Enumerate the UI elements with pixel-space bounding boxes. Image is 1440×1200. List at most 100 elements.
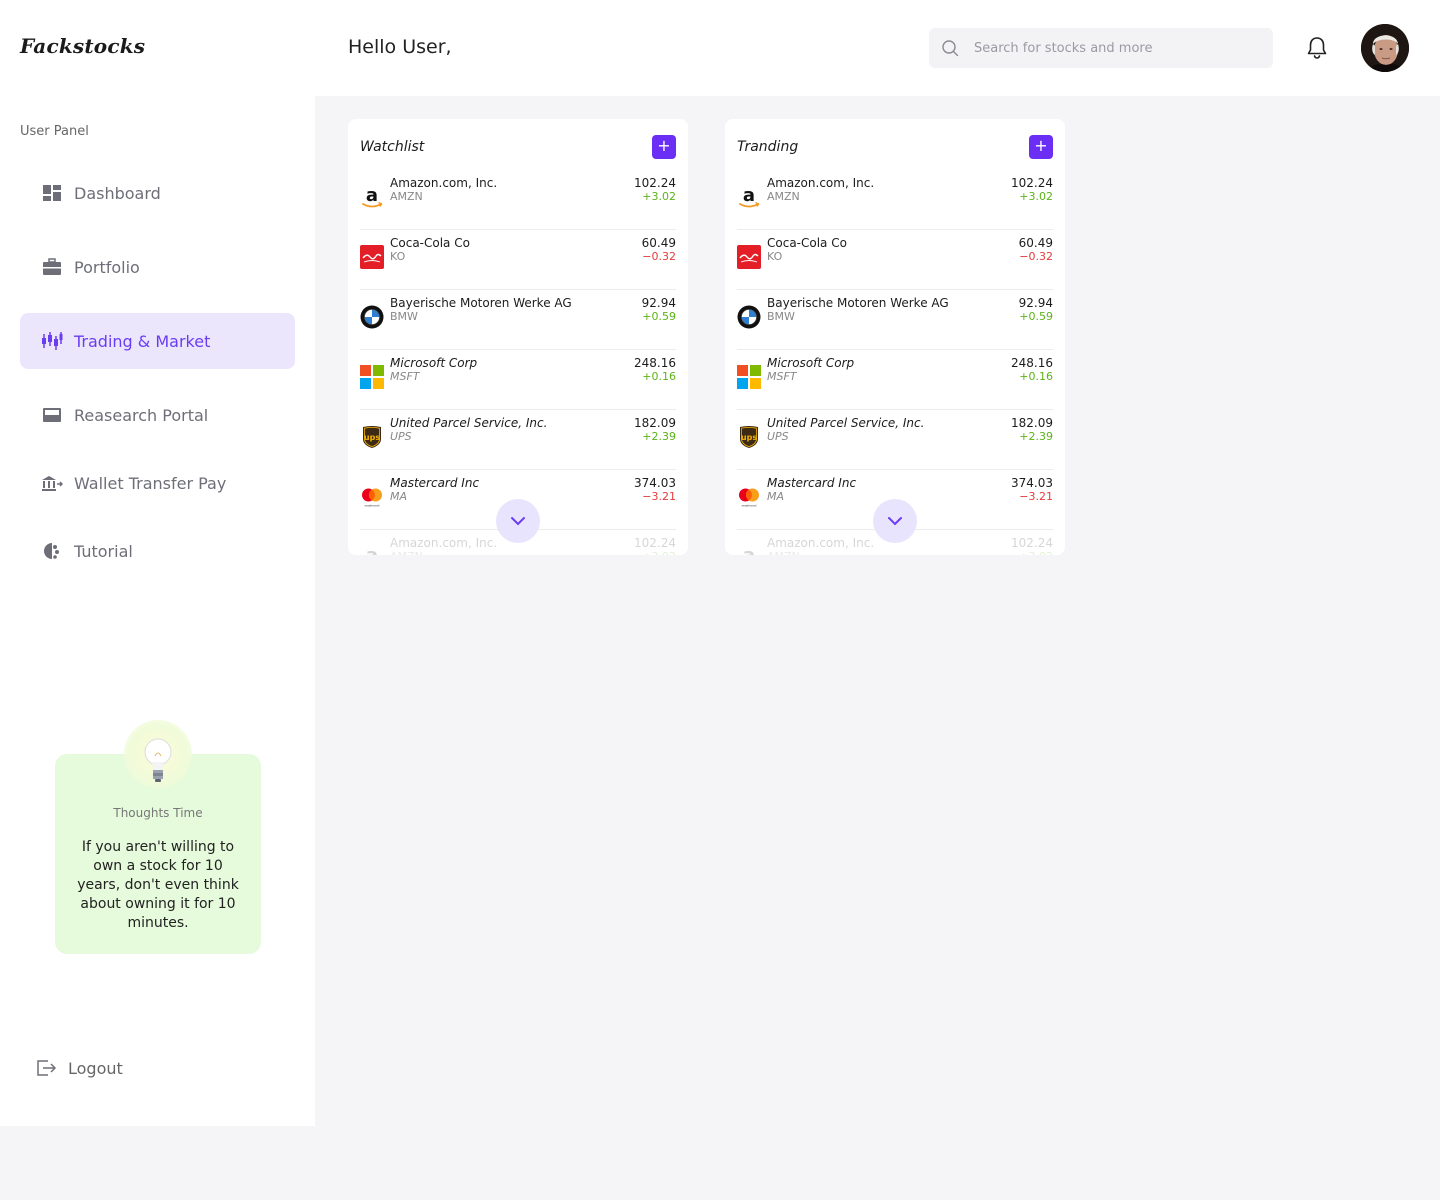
sidebar-item-research-portal[interactable]: Reasearch Portal xyxy=(20,387,295,443)
stock-change: +0.16 xyxy=(1019,370,1053,383)
card-title: Watchlist xyxy=(360,139,425,155)
stock-price: 102.24 xyxy=(1011,176,1053,190)
svg-text:ups: ups xyxy=(741,433,757,442)
stock-row[interactable]: Microsoft Corp MSFT 248.16 +0.16 xyxy=(360,350,676,410)
stock-price: 248.16 xyxy=(1011,356,1053,370)
sidebar-item-trading-market[interactable]: Trading & Market xyxy=(20,313,295,369)
stock-change: +2.39 xyxy=(642,430,676,443)
scroll-down-button[interactable] xyxy=(873,499,917,543)
svg-text:a: a xyxy=(743,185,755,206)
svg-text:mastercard: mastercard xyxy=(365,504,380,508)
stock-price: 92.94 xyxy=(641,296,676,310)
stock-price: 102.24 xyxy=(634,176,676,190)
tutorial-icon xyxy=(41,540,63,562)
stock-ticker: AMZN xyxy=(390,190,423,203)
stock-ticker: AMZN xyxy=(390,550,423,555)
stock-name: Mastercard Inc xyxy=(767,476,857,490)
scroll-down-button[interactable] xyxy=(496,499,540,543)
stock-ticker: KO xyxy=(390,250,406,263)
watchlist-card: Watchlist + a Amazon.com, Inc. AMZN 102.24 +… xyxy=(348,119,688,555)
stock-row[interactable]: Bayerische Motoren Werke AG BMW 92.94 +0.59 xyxy=(737,290,1053,350)
logout-label: Logout xyxy=(68,1058,123,1078)
stock-ticker: AMZN xyxy=(767,190,800,203)
stock-name: Amazon.com, Inc. xyxy=(390,176,498,190)
stock-ticker: UPS xyxy=(767,430,789,443)
mastercard-logo: mastercard xyxy=(737,485,761,509)
stock-list: a Amazon.com, Inc. AMZN 102.24 +3.02 Coca-Col… xyxy=(737,170,1053,555)
stock-row[interactable]: Bayerische Motoren Werke AG BMW 92.94 +0.59 xyxy=(360,290,676,350)
stock-row[interactable]: a Amazon.com, Inc.AMZN 102.24+3.02 xyxy=(360,170,676,230)
sidebar-item-portfolio[interactable]: Portfolio xyxy=(20,239,295,295)
trending-card: Tranding + a Amazon.com, Inc. AMZN 102.24 +3… xyxy=(725,119,1065,555)
sidebar-item-label: Tutorial xyxy=(74,541,133,561)
stock-name: Amazon.com, Inc. xyxy=(767,176,875,190)
stock-ticker: BMW xyxy=(767,310,795,323)
svg-text:mastercard: mastercard xyxy=(742,504,757,508)
amazon-logo: a xyxy=(360,185,384,209)
stock-row[interactable]: ups United Parcel Service, Inc. UPS 182.09 +… xyxy=(737,410,1053,470)
stock-row[interactable]: Coca-Cola Co KO 60.49 −0.32 xyxy=(737,230,1053,290)
stock-name: Microsoft Corp xyxy=(767,356,855,370)
ups-logo: ups xyxy=(360,425,384,449)
stock-row[interactable]: Coca-Cola Co KO 60.49 −0.32 xyxy=(360,230,676,290)
stock-name: Microsoft Corp xyxy=(390,356,478,370)
stock-ticker: MA xyxy=(767,490,785,503)
briefcase-icon xyxy=(41,256,63,278)
stock-price: 374.03 xyxy=(1011,476,1053,490)
stock-change: +2.39 xyxy=(1019,430,1053,443)
svg-text:a: a xyxy=(366,185,378,206)
sidebar: User Panel Dashboard Portfolio Trading &… xyxy=(0,96,315,1126)
avatar[interactable] xyxy=(1361,24,1409,72)
stock-price: 182.09 xyxy=(1011,416,1053,430)
stock-row[interactable]: ups United Parcel Service, Inc. UPS 182.09 +… xyxy=(360,410,676,470)
stock-list: a Amazon.com, Inc. AMZN 102.24 +3.02 Coca-Col… xyxy=(360,170,676,555)
sidebar-item-tutorial[interactable]: Tutorial xyxy=(20,523,295,579)
stock-name: Bayerische Motoren Werke AG xyxy=(767,296,949,310)
thought-title: Thoughts Time xyxy=(113,806,203,820)
bmw-logo xyxy=(737,305,761,329)
stock-price: 374.03 xyxy=(634,476,676,490)
stock-row[interactable]: Microsoft Corp MSFT 248.16 +0.16 xyxy=(737,350,1053,410)
stock-name: Coca-Cola Co xyxy=(390,236,470,250)
stock-change: −0.32 xyxy=(1019,250,1053,263)
stock-ticker: MA xyxy=(390,490,408,503)
stock-change: +3.02 xyxy=(642,550,676,555)
search-input[interactable] xyxy=(974,28,1264,68)
inbox-icon xyxy=(41,404,63,426)
bell-icon[interactable] xyxy=(1306,36,1328,60)
sidebar-item-wallet-transfer-pay[interactable]: Wallet Transfer Pay xyxy=(20,455,295,511)
stock-price: 60.49 xyxy=(1018,236,1053,250)
stock-change: −0.32 xyxy=(642,250,676,263)
lightbulb-icon xyxy=(144,738,172,782)
stock-change: +3.02 xyxy=(642,190,676,203)
stock-ticker: KO xyxy=(767,250,783,263)
stock-change: −3.21 xyxy=(642,490,676,503)
logout-button[interactable]: Logout xyxy=(36,1056,123,1080)
svg-text:a: a xyxy=(366,545,378,555)
search-box[interactable] xyxy=(929,28,1273,68)
stock-ticker: MSFT xyxy=(390,370,420,383)
brand-logo[interactable]: Fackstocks xyxy=(20,34,145,58)
bmw-logo xyxy=(360,305,384,329)
mastercard-logo: mastercard xyxy=(360,485,384,509)
stock-price: 102.24 xyxy=(634,536,676,550)
add-button[interactable]: + xyxy=(652,135,676,159)
add-button[interactable]: + xyxy=(1029,135,1053,159)
greeting: Hello User, xyxy=(348,36,452,58)
chevron-down-icon xyxy=(511,517,525,526)
sidebar-item-label: Reasearch Portal xyxy=(74,405,209,425)
stock-change: +3.02 xyxy=(1019,550,1053,555)
stock-price: 102.24 xyxy=(1011,536,1053,550)
stock-row[interactable]: a Amazon.com, Inc.AMZN 102.24+3.02 xyxy=(737,170,1053,230)
sidebar-item-label: Wallet Transfer Pay xyxy=(74,473,227,493)
microsoft-logo xyxy=(360,365,384,389)
search-icon xyxy=(942,40,959,57)
microsoft-logo xyxy=(737,365,761,389)
stock-name: Amazon.com, Inc. xyxy=(390,536,498,550)
dashboard-icon xyxy=(41,182,63,204)
stock-change: −3.21 xyxy=(1019,490,1053,503)
stock-change: +0.16 xyxy=(642,370,676,383)
thought-quote: If you aren't willing to own a stock for… xyxy=(77,839,239,931)
stock-ticker: AMZN xyxy=(767,550,800,555)
sidebar-item-dashboard[interactable]: Dashboard xyxy=(20,165,295,221)
